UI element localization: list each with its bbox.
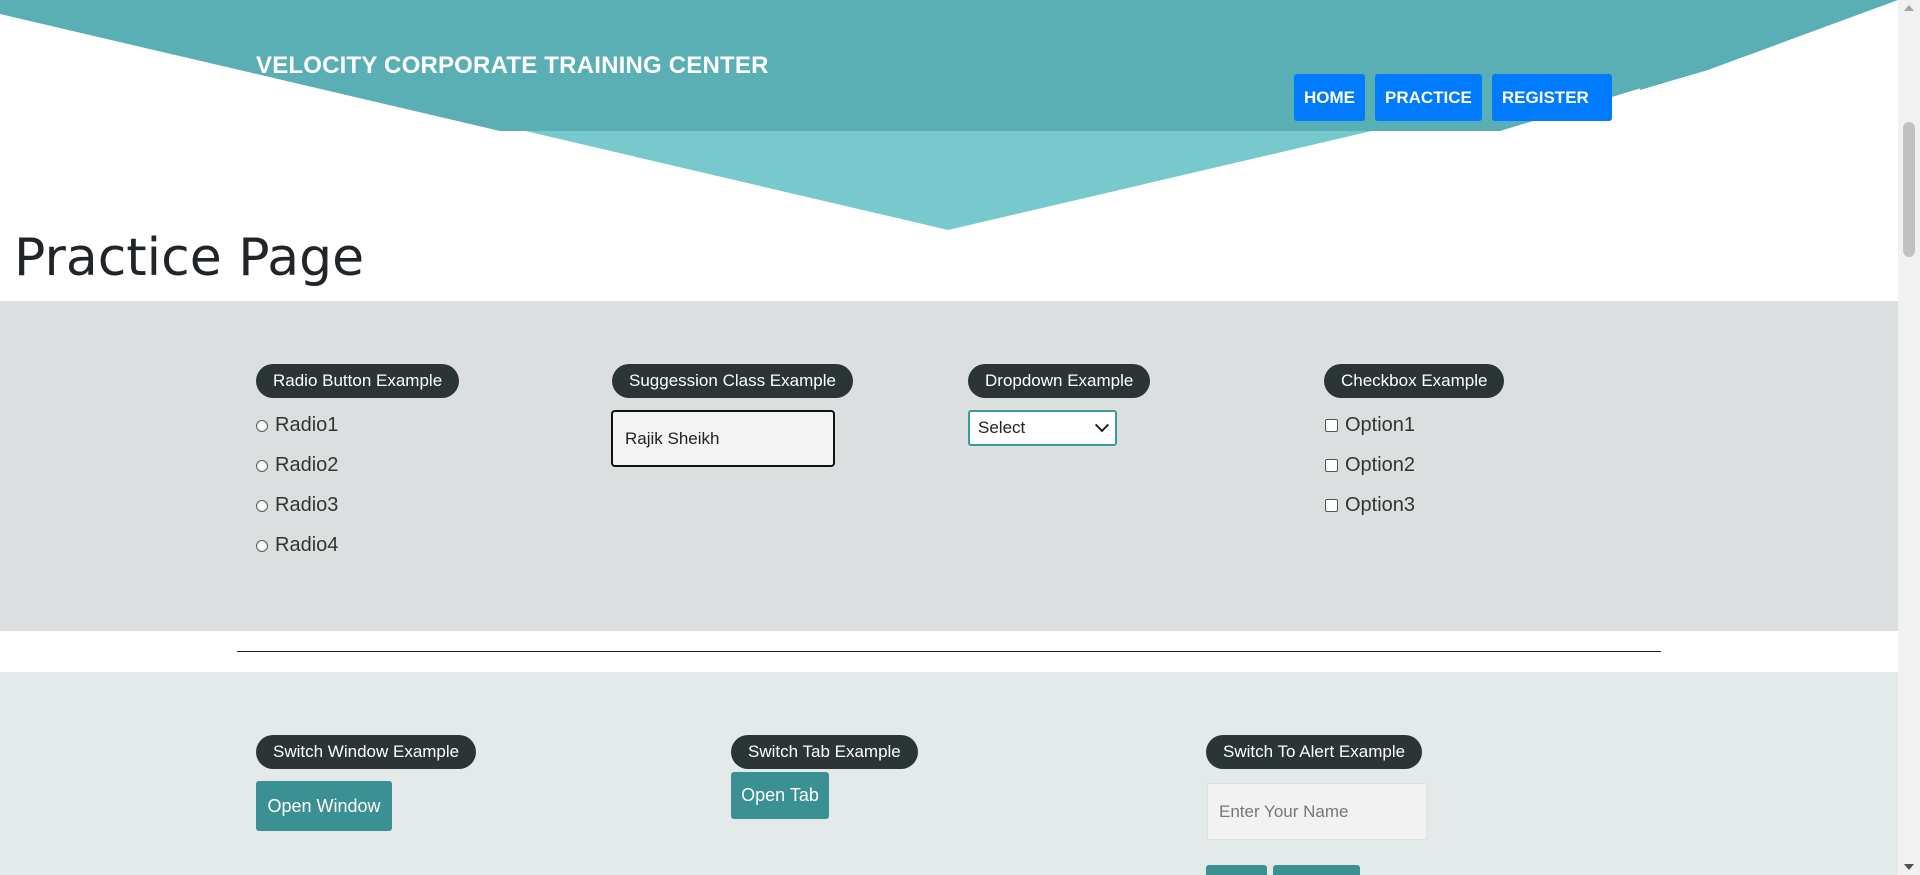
radio-option-4[interactable]: Radio4	[256, 534, 338, 557]
alert-button[interactable]	[1206, 865, 1267, 875]
checkbox-option-2[interactable]: Option2	[1325, 454, 1415, 477]
main-nav: HOME PRACTICE REGISTER	[1294, 74, 1612, 121]
header-overlay	[1640, 0, 1898, 95]
checkbox-label: Option1	[1345, 414, 1416, 436]
dropdown-select[interactable]: Select	[968, 410, 1117, 446]
page: VELOCITY CORPORATE TRAINING CENTER HOME …	[0, 0, 1898, 875]
dropdown-section-label: Dropdown Example	[968, 364, 1151, 398]
scroll-up-arrow-icon[interactable]	[1904, 5, 1914, 11]
open-window-button[interactable]: Open Window	[256, 781, 392, 831]
chevron-down-icon	[1094, 418, 1110, 433]
dropdown-selected-value: Select	[978, 418, 1026, 437]
open-tab-button[interactable]: Open Tab	[731, 772, 829, 819]
divider	[237, 651, 1661, 652]
radio-button[interactable]	[256, 459, 268, 472]
radio-label: Radio4	[275, 534, 339, 556]
radio-label: Radio3	[275, 494, 339, 516]
checkbox-option-3[interactable]: Option3	[1325, 494, 1415, 517]
radio-option-3[interactable]: Radio3	[256, 494, 338, 517]
nav-register[interactable]: REGISTER	[1491, 74, 1612, 121]
nav-practice[interactable]: PRACTICE	[1375, 74, 1482, 121]
radio-label: Radio1	[275, 414, 339, 436]
switch-window-label: Switch Window Example	[256, 735, 477, 769]
vertical-scrollbar[interactable]	[1898, 0, 1920, 875]
checkbox-section-label: Checkbox Example	[1324, 364, 1505, 398]
radio-button[interactable]	[256, 419, 268, 432]
checkbox-option-1[interactable]: Option1	[1325, 414, 1415, 437]
radio-button[interactable]	[256, 499, 268, 512]
switch-section	[0, 672, 1898, 875]
suggestion-section-label: Suggession Class Example	[612, 364, 853, 398]
header-background	[0, 0, 1898, 230]
checkbox-label: Option3	[1345, 494, 1416, 516]
checkbox-label: Option2	[1345, 454, 1416, 476]
name-input[interactable]: Enter Your Name	[1207, 783, 1427, 840]
checkbox[interactable]	[1325, 419, 1338, 432]
confirm-button[interactable]	[1273, 865, 1360, 875]
switch-tab-label: Switch Tab Example	[731, 735, 918, 769]
autocomplete-input[interactable]	[611, 410, 835, 467]
radio-label: Radio2	[275, 454, 339, 476]
radio-button[interactable]	[256, 539, 268, 552]
radio-section-label: Radio Button Example	[256, 364, 460, 398]
nav-home[interactable]: HOME	[1294, 74, 1365, 121]
radio-option-1[interactable]: Radio1	[256, 414, 338, 437]
page-title: Practice Page	[14, 228, 365, 288]
radio-option-2[interactable]: Radio2	[256, 454, 338, 477]
scrollbar-thumb[interactable]	[1903, 122, 1915, 257]
switch-alert-label: Switch To Alert Example	[1206, 735, 1423, 769]
checkbox[interactable]	[1325, 459, 1338, 472]
checkbox[interactable]	[1325, 499, 1338, 512]
scroll-down-arrow-icon[interactable]	[1904, 864, 1914, 870]
brand-title: VELOCITY CORPORATE TRAINING CENTER	[256, 52, 769, 79]
